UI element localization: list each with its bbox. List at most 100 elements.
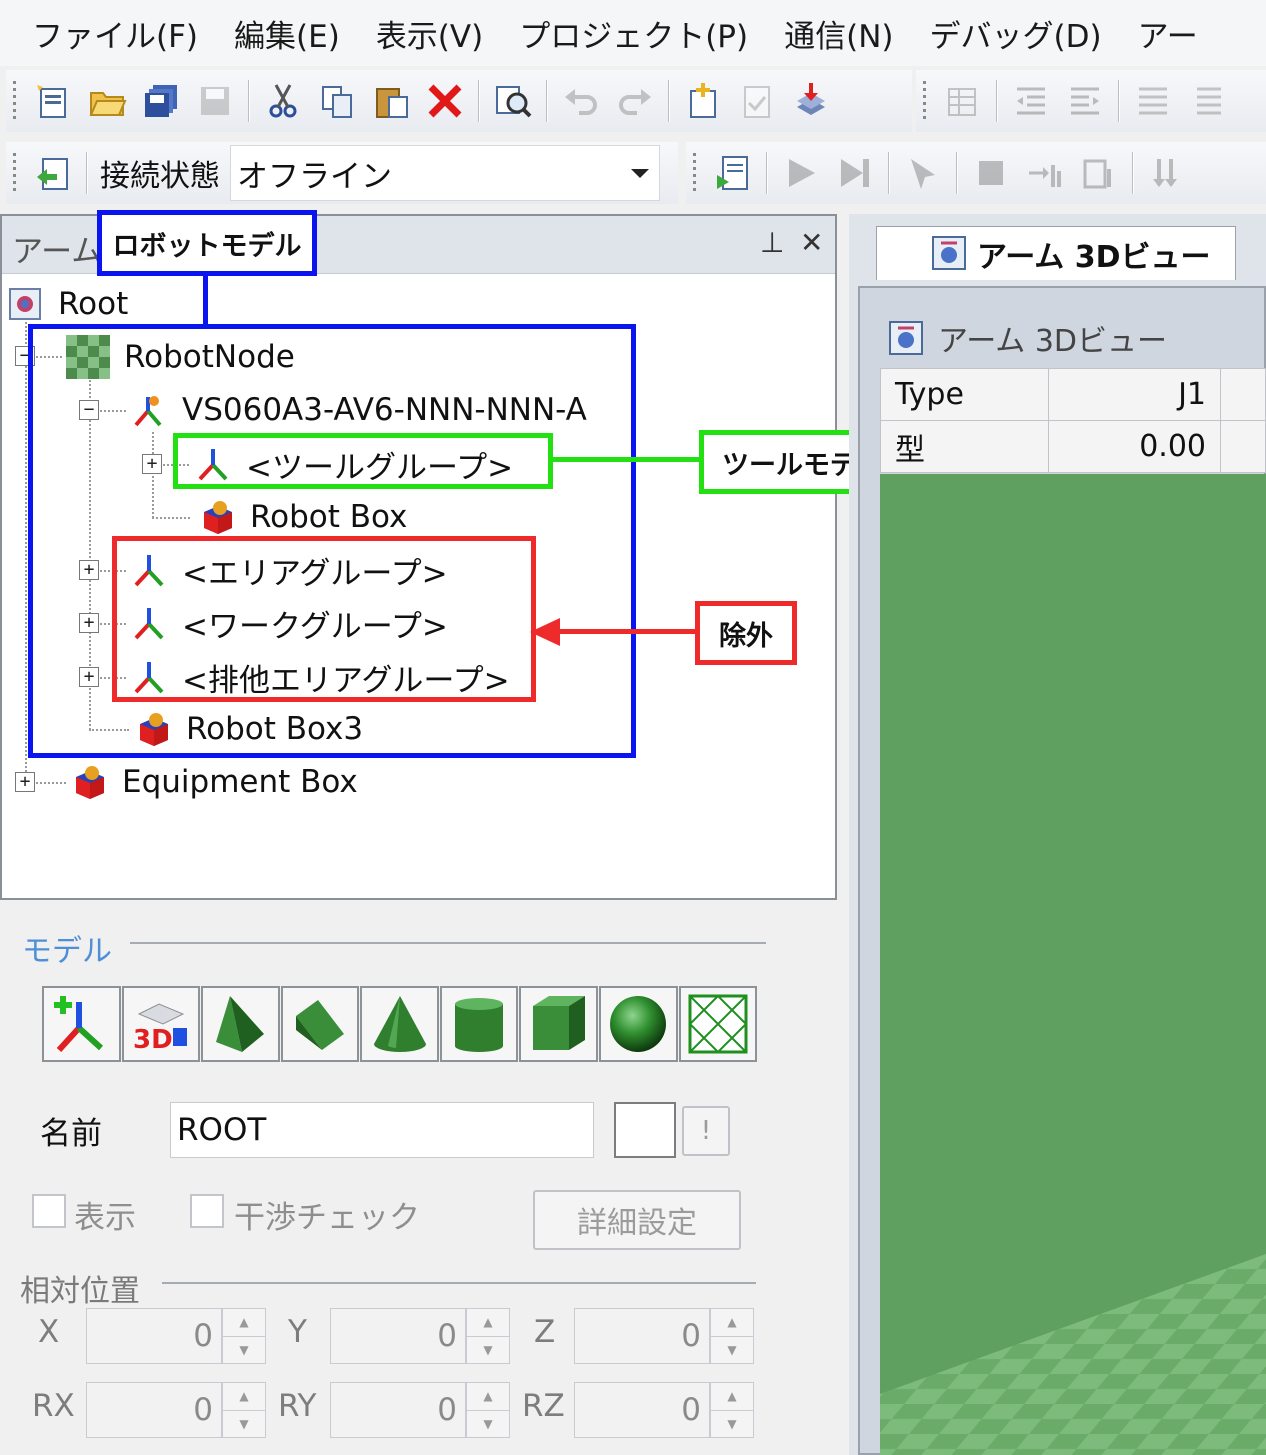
outdent-button[interactable] [1004,74,1058,128]
rx-spinner[interactable]: ▲ ▼ [222,1382,266,1438]
rz-input[interactable]: 0 [574,1382,710,1438]
connect-button[interactable] [26,146,80,200]
add-sphere-button[interactable] [598,986,678,1062]
spin-down-icon[interactable]: ▼ [711,1335,753,1364]
folder-open-icon [89,92,127,116]
z-spinner[interactable]: ▲ ▼ [710,1308,754,1364]
step-button[interactable] [828,146,882,200]
program-button[interactable] [706,146,760,200]
indent-icon [1071,87,1099,115]
close-icon[interactable]: ✕ [800,226,823,259]
interference-check-checkbox[interactable] [190,1194,224,1228]
tab-arm-3d-view[interactable]: アーム 3Dビュー [876,226,1236,280]
cut-button[interactable] [256,74,310,128]
spin-up-icon[interactable]: ▲ [711,1383,753,1410]
copy-button[interactable] [310,74,364,128]
table-cell: 型 [880,420,1049,473]
toolbar-grip[interactable] [10,81,18,121]
add-box-button[interactable] [519,986,598,1062]
breakpoint-button[interactable] [1018,146,1072,200]
step-into-button[interactable] [896,146,950,200]
stop-button[interactable] [964,146,1018,200]
paste-button[interactable] [364,74,418,128]
indent-button[interactable] [1058,74,1112,128]
show-checkbox[interactable] [32,1194,66,1228]
connection-state-select[interactable]: オフライン [230,145,660,201]
save-all-button[interactable] [134,74,188,128]
tree-node-label: Root [58,286,129,322]
z-input[interactable]: 0 [574,1308,710,1364]
x-input[interactable]: 0 [86,1308,222,1364]
exclude-arrow-line [550,629,698,634]
toolbar-grip[interactable] [10,153,18,193]
add-cone-button[interactable] [360,986,439,1062]
ry-input[interactable]: 0 [330,1382,466,1438]
spin-up-icon[interactable]: ▲ [223,1309,265,1336]
watch-button[interactable] [1072,146,1126,200]
checker-floor-graphic [880,1254,1266,1455]
check-button[interactable] [730,74,784,128]
y-input[interactable]: 0 [330,1308,466,1364]
delete-button[interactable] [418,74,472,128]
toolbar-grip[interactable] [920,81,928,121]
menu-edit[interactable]: 編集(E) [220,11,362,56]
menu-file[interactable]: ファイル(F) [0,11,220,56]
spin-up-icon[interactable]: ▲ [467,1309,509,1336]
format-button-1[interactable] [936,74,990,128]
add-mesh-button[interactable] [678,986,758,1062]
program-icon [717,156,748,190]
interference-check-label: 干渉チェック [234,1200,420,1236]
spin-down-icon[interactable]: ▼ [223,1409,265,1438]
download-button[interactable] [784,74,838,128]
add-axis-button[interactable] [42,986,121,1062]
find-button[interactable] [486,74,540,128]
chevron-down-icon [631,168,649,178]
box-object-icon [76,766,104,799]
add-cylinder-button[interactable] [439,986,519,1062]
sort-button[interactable] [1140,146,1194,200]
rz-spinner[interactable]: ▲ ▼ [710,1382,754,1438]
add-item-button[interactable] [676,74,730,128]
z-value: 0 [681,1318,701,1354]
spin-down-icon[interactable]: ▼ [223,1335,265,1364]
uncomment-icon [1197,87,1221,115]
add-wedge-button[interactable] [280,986,360,1062]
comment-button[interactable] [1126,74,1180,128]
spin-up-icon[interactable]: ▲ [223,1383,265,1410]
3d-viewport[interactable] [880,474,1266,1455]
warning-button[interactable]: ! [682,1106,730,1156]
pin-icon[interactable]: ⊥ [760,226,784,259]
spin-up-icon[interactable]: ▲ [711,1309,753,1336]
view-title-text: アーム 3Dビュー [938,324,1168,359]
menu-debug[interactable]: デバッグ(D) [916,11,1124,56]
tree-node-equipment-box[interactable]: Equipment Box [70,758,358,806]
menu-view[interactable]: 表示(V) [362,11,505,56]
uncomment-button[interactable] [1180,74,1234,128]
add-3d-model-button[interactable]: 3D [121,986,201,1062]
spin-down-icon[interactable]: ▼ [467,1409,509,1438]
spin-down-icon[interactable]: ▼ [467,1335,509,1364]
add-pyramid-button[interactable] [201,986,280,1062]
open-button[interactable] [80,74,134,128]
tree-node-root[interactable]: Root [6,280,128,328]
undo-button[interactable] [554,74,608,128]
spin-down-icon[interactable]: ▼ [711,1409,753,1438]
name-input[interactable]: ROOT [170,1102,594,1158]
new-project-button[interactable] [26,74,80,128]
ry-spinner[interactable]: ▲ ▼ [466,1382,510,1438]
x-spinner[interactable]: ▲ ▼ [222,1308,266,1364]
robot-model-label: ロボットモデル [97,210,317,276]
menu-project[interactable]: プロジェクト(P) [505,11,770,56]
menu-communication[interactable]: 通信(N) [770,11,915,56]
expand-toggle[interactable]: + [15,772,35,792]
redo-button[interactable] [608,74,662,128]
spin-up-icon[interactable]: ▲ [467,1383,509,1410]
y-spinner[interactable]: ▲ ▼ [466,1308,510,1364]
color-swatch-button[interactable] [614,1102,676,1158]
details-settings-button[interactable]: 詳細設定 [533,1190,741,1250]
rx-input[interactable]: 0 [86,1382,222,1438]
run-button[interactable] [774,146,828,200]
menu-arm[interactable]: アー [1124,11,1220,56]
save-button[interactable] [188,74,242,128]
toolbar-grip[interactable] [690,153,698,193]
